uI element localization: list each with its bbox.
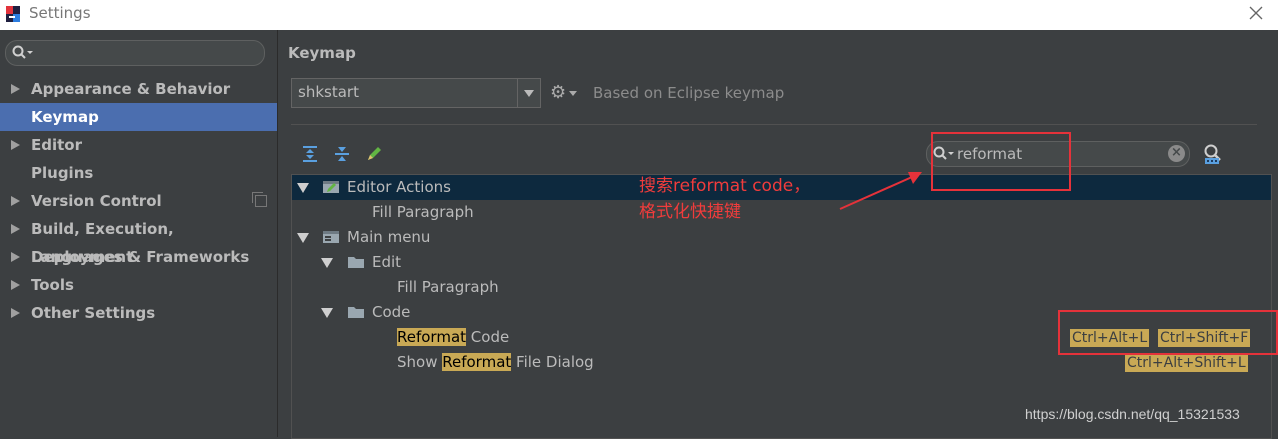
annotation-arrow-icon [839, 172, 922, 210]
keymap-select-value: shkstart [298, 83, 359, 101]
sidebar-item-label: Languages & Frameworks [31, 248, 250, 266]
keymap-select[interactable]: shkstart [291, 78, 541, 108]
sidebar-item-tools[interactable]: Tools [0, 271, 277, 299]
expand-arrow-icon [11, 196, 20, 206]
divider [291, 124, 1257, 125]
expand-arrow-icon [11, 252, 20, 262]
sidebar-item-label: Appearance & Behavior [31, 80, 231, 98]
find-by-shortcut-icon[interactable] [1202, 143, 1224, 165]
label-rest: File Dialog [511, 353, 594, 371]
folder-icon [348, 307, 364, 318]
sidebar-item-keymap[interactable]: Keymap [0, 103, 277, 131]
main-menu-icon [323, 231, 339, 243]
tree-row-label: Fill Paragraph [372, 203, 474, 221]
search-match-highlight: Reformat [397, 328, 467, 346]
annotation-line: 格式化快捷键 [639, 202, 741, 222]
tree-row-main-menu[interactable]: Main menu [292, 225, 1271, 250]
search-match-highlight: Reformat [442, 353, 512, 371]
tree-row-label: Show Reformat File Dialog [397, 350, 594, 375]
expand-arrow-icon [11, 280, 20, 290]
label-rest: Code [466, 328, 510, 346]
sidebar-item-label: Editor [31, 136, 82, 154]
sidebar-item-version-control[interactable]: Version Control [0, 187, 277, 215]
title-bar: Settings [0, 0, 1278, 30]
sidebar-item-label: Keymap [31, 108, 99, 126]
annotation-highlight-box [1058, 310, 1278, 355]
tree-row-edit[interactable]: Edit [292, 250, 1271, 275]
tree-row-label: Fill Paragraph [397, 278, 499, 296]
expand-arrow-icon [11, 84, 20, 94]
sidebar-item-label: Tools [31, 276, 74, 294]
label-pre: Show [397, 353, 443, 371]
tree-row-label: Edit [372, 253, 402, 271]
sidebar-item-appearance-behavior[interactable]: Appearance & Behavior [0, 75, 277, 103]
keymap-panel: Keymap shkstart ⚙ Based on Eclipse keyma… [278, 30, 1278, 439]
settings-sidebar: Appearance & Behavior Keymap Editor Plug… [0, 30, 278, 437]
sidebar-item-label: Version Control [31, 192, 162, 210]
folder-icon [348, 257, 364, 268]
expand-arrow-icon [11, 140, 20, 150]
annotation-highlight-box [931, 132, 1071, 191]
collapse-arrow-icon[interactable] [297, 183, 309, 193]
gear-dropdown-arrow-icon[interactable] [569, 91, 577, 96]
based-on-text: Based on Eclipse keymap [593, 84, 785, 102]
collapse-arrow-icon[interactable] [321, 308, 333, 318]
clear-icon[interactable]: × [1168, 145, 1185, 162]
page-title: Keymap [288, 44, 356, 62]
project-settings-icon [252, 192, 267, 207]
expand-arrow-icon [11, 308, 20, 318]
sidebar-item-label: Plugins [31, 164, 94, 182]
tree-row-label: Editor Actions [347, 178, 451, 196]
sidebar-item-editor[interactable]: Editor [0, 131, 277, 159]
collapse-arrow-icon[interactable] [321, 258, 333, 268]
expand-all-icon[interactable] [301, 145, 319, 163]
collapse-all-icon[interactable] [333, 145, 351, 163]
close-icon[interactable] [1248, 5, 1264, 21]
watermark: https://blog.csdn.net/qq_15321533 [1025, 406, 1240, 422]
sidebar-item-other-settings[interactable]: Other Settings [0, 299, 277, 327]
chevron-down-icon[interactable] [517, 79, 540, 107]
sidebar-item-plugins[interactable]: Plugins [0, 159, 277, 187]
sidebar-item-label: Other Settings [31, 304, 156, 322]
expand-arrow-icon [11, 224, 20, 234]
collapse-arrow-icon[interactable] [297, 233, 309, 243]
tree-row-label: Reformat Code [397, 325, 509, 350]
tree-row-fill-paragraph[interactable]: Fill Paragraph [292, 275, 1271, 300]
window-title: Settings [29, 4, 91, 22]
sidebar-item-build-execution-deployment[interactable]: Build, Execution, Deployment [0, 215, 277, 266]
tree-row-label: Code [372, 303, 411, 321]
shortcut-badge: Ctrl+Alt+Shift+L [1125, 354, 1248, 372]
annotation-line: 搜索reformat code， [639, 176, 811, 196]
editor-actions-icon [323, 181, 339, 193]
intellij-app-icon [6, 6, 20, 22]
edit-pencil-icon[interactable] [365, 145, 383, 163]
sidebar-item-languages-frameworks[interactable]: Languages & Frameworks [0, 243, 277, 271]
annotation-text: 搜索reformat code， 格式化快捷键 [639, 173, 810, 225]
gear-icon[interactable]: ⚙ [550, 82, 566, 103]
settings-search-input[interactable] [5, 40, 265, 66]
tree-row-label: Main menu [347, 228, 431, 246]
search-icon [12, 45, 33, 59]
